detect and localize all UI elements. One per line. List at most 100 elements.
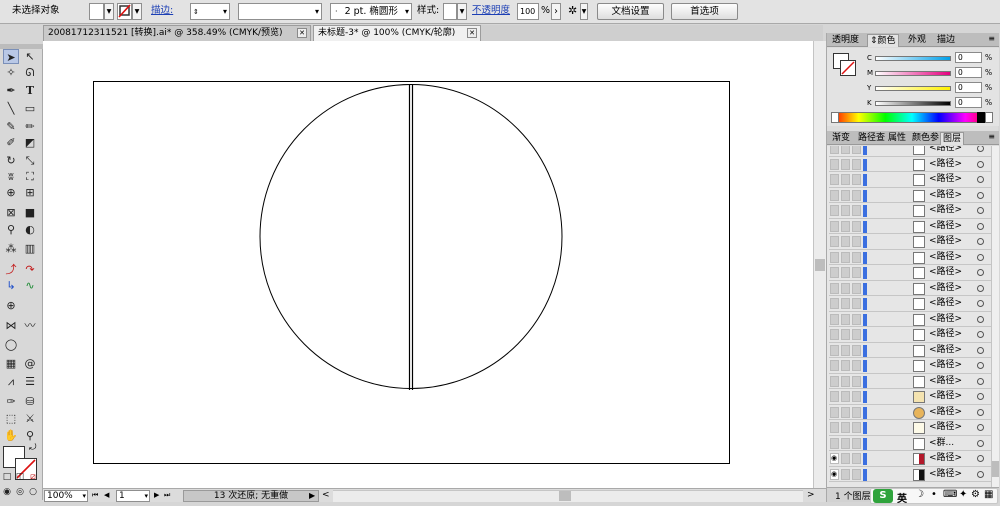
visibility-toggle[interactable] bbox=[830, 344, 839, 356]
yellow-value[interactable]: 0 bbox=[955, 82, 982, 93]
tab-document-1[interactable]: 20081712311521 [转换].ai* @ 358.49% (CMYK/… bbox=[43, 25, 311, 41]
variable-width-profile[interactable]: ▾ bbox=[238, 3, 322, 20]
color-mode-icon[interactable]: □ bbox=[1, 470, 13, 485]
magic-wand-icon[interactable]: ✧ bbox=[3, 65, 19, 80]
layer-row[interactable]: <路径> bbox=[829, 343, 991, 359]
target-toggle[interactable] bbox=[852, 468, 861, 480]
layer-row[interactable]: <群... bbox=[829, 436, 991, 452]
visibility-toggle[interactable] bbox=[830, 158, 839, 170]
layer-row[interactable]: <路径> bbox=[829, 312, 991, 328]
settings-icon[interactable]: ⚙ bbox=[971, 489, 980, 500]
target-circle-icon[interactable] bbox=[977, 315, 984, 323]
lock-toggle[interactable] bbox=[841, 189, 850, 201]
target-toggle[interactable] bbox=[852, 174, 861, 185]
target-toggle[interactable] bbox=[852, 453, 861, 464]
target-circle-icon[interactable] bbox=[977, 331, 984, 338]
layer-row[interactable]: <路径> bbox=[829, 327, 991, 343]
layer-row[interactable]: <路径> bbox=[829, 281, 991, 297]
direct-selection-tool-icon[interactable]: ↖ bbox=[22, 49, 38, 64]
column-graph-icon[interactable]: ▥ bbox=[22, 241, 38, 256]
layer-row[interactable]: <路径> bbox=[829, 234, 991, 250]
symbol-sprayer-icon[interactable]: ⁂ bbox=[3, 241, 19, 256]
list-tool-icon[interactable]: ☰ bbox=[22, 374, 38, 389]
stroke-dropdown[interactable]: ▾ bbox=[132, 3, 142, 20]
style-dropdown[interactable]: ▾ bbox=[457, 3, 467, 20]
horizontal-scroll-track[interactable] bbox=[333, 490, 803, 502]
lock-toggle[interactable] bbox=[841, 329, 850, 340]
chevron-down-icon[interactable]: ▾ bbox=[82, 491, 86, 502]
perspective-grid-icon[interactable]: ⊞ bbox=[22, 185, 38, 200]
tab-layers[interactable]: 图层 bbox=[940, 132, 965, 145]
target-circle-icon[interactable] bbox=[977, 284, 984, 292]
visibility-toggle[interactable] bbox=[830, 251, 839, 263]
visibility-toggle[interactable] bbox=[830, 422, 839, 433]
visibility-toggle[interactable] bbox=[830, 236, 839, 247]
layer-row[interactable]: <路径> bbox=[829, 405, 991, 421]
wave-tool-icon[interactable]: 〰 bbox=[22, 318, 38, 333]
magenta-slider[interactable]: M 0 % bbox=[867, 67, 997, 78]
punctuation-icon[interactable]: • bbox=[931, 489, 937, 500]
visibility-toggle[interactable] bbox=[830, 329, 839, 340]
cyan-bar[interactable] bbox=[875, 56, 951, 61]
target-circle-icon[interactable] bbox=[977, 455, 984, 462]
spiral-tool-icon[interactable]: @ bbox=[22, 356, 38, 371]
next-artboard-icon[interactable]: ▶ bbox=[154, 490, 159, 502]
first-artboard-icon[interactable]: ⏮ bbox=[92, 490, 98, 502]
target-circle-icon[interactable] bbox=[977, 176, 984, 183]
shape-builder-icon[interactable]: ⊕ bbox=[3, 185, 19, 200]
layer-row[interactable]: <路径> bbox=[829, 146, 991, 157]
vertical-scrollbar[interactable] bbox=[813, 41, 826, 488]
recolor-artwork-icon[interactable]: ✲ bbox=[568, 3, 577, 20]
layer-row[interactable]: ◉ <路径> bbox=[829, 467, 991, 483]
lock-toggle[interactable] bbox=[841, 344, 850, 356]
layer-row[interactable]: <路径> bbox=[829, 420, 991, 436]
selection-tool-icon[interactable]: ➤ bbox=[3, 49, 19, 64]
visibility-toggle[interactable] bbox=[830, 360, 839, 371]
yellow-slider[interactable]: Y 0 % bbox=[867, 82, 997, 93]
tab-color-guide[interactable]: 颜色参 bbox=[910, 132, 941, 145]
stroke-weight-field[interactable]: ⇕ ▾ bbox=[190, 3, 230, 20]
eyedropper-icon[interactable]: ⚲ bbox=[3, 222, 19, 237]
layer-row[interactable]: <路径> bbox=[829, 358, 991, 374]
lock-toggle[interactable] bbox=[841, 158, 850, 170]
close-icon[interactable]: ✕ bbox=[467, 28, 477, 38]
target-toggle[interactable] bbox=[852, 344, 861, 356]
black-value[interactable]: 0 bbox=[955, 97, 982, 108]
layer-row[interactable]: <路径> bbox=[829, 188, 991, 204]
target-toggle[interactable] bbox=[852, 437, 861, 449]
chevron-down-icon[interactable]: ▾ bbox=[144, 491, 148, 502]
blend-tool-icon[interactable]: ◐ bbox=[22, 222, 38, 237]
visibility-toggle[interactable] bbox=[830, 267, 839, 278]
prev-artboard-icon[interactable]: ◀ bbox=[104, 490, 109, 502]
warp-tool-icon[interactable]: ʬ bbox=[3, 169, 19, 184]
target-circle-icon[interactable] bbox=[977, 408, 984, 416]
green-wave-tool-icon[interactable]: ∿ bbox=[22, 278, 38, 293]
target-circle-icon[interactable] bbox=[977, 253, 984, 261]
fill-dropdown[interactable]: ▾ bbox=[104, 3, 114, 20]
magenta-value[interactable]: 0 bbox=[955, 67, 982, 78]
lock-toggle[interactable] bbox=[841, 236, 850, 247]
target-circle-icon[interactable] bbox=[977, 439, 984, 447]
visibility-toggle[interactable] bbox=[830, 313, 839, 325]
layer-row[interactable]: <路径> bbox=[829, 296, 991, 312]
preferences-button[interactable]: 首选项 bbox=[671, 3, 738, 20]
skin-icon[interactable]: ✦ bbox=[959, 489, 967, 500]
target-circle-icon[interactable] bbox=[977, 160, 984, 168]
magenta-bar[interactable] bbox=[875, 71, 951, 76]
target-toggle[interactable] bbox=[852, 313, 861, 325]
target-circle-icon[interactable] bbox=[977, 238, 984, 245]
style-swatch[interactable] bbox=[443, 3, 457, 20]
gradient-mode-icon[interactable]: ◫ bbox=[14, 470, 26, 485]
lock-toggle[interactable] bbox=[841, 468, 850, 480]
stroke-swatch[interactable] bbox=[117, 3, 132, 20]
blue-path-tool-icon[interactable]: ↳ bbox=[3, 278, 19, 293]
scroll-thumb[interactable] bbox=[815, 259, 825, 271]
target-toggle[interactable] bbox=[852, 298, 861, 309]
keyboard-icon[interactable]: ⌨ bbox=[943, 489, 957, 500]
paintbrush-icon[interactable]: ✎ bbox=[3, 119, 19, 134]
type-tool-icon[interactable]: T bbox=[22, 83, 38, 98]
target-circle-icon[interactable] bbox=[977, 207, 984, 214]
opacity-link[interactable]: 不透明度 bbox=[472, 3, 510, 20]
spectrum-black-swatch[interactable] bbox=[977, 112, 985, 123]
color-spectrum[interactable] bbox=[831, 112, 993, 123]
